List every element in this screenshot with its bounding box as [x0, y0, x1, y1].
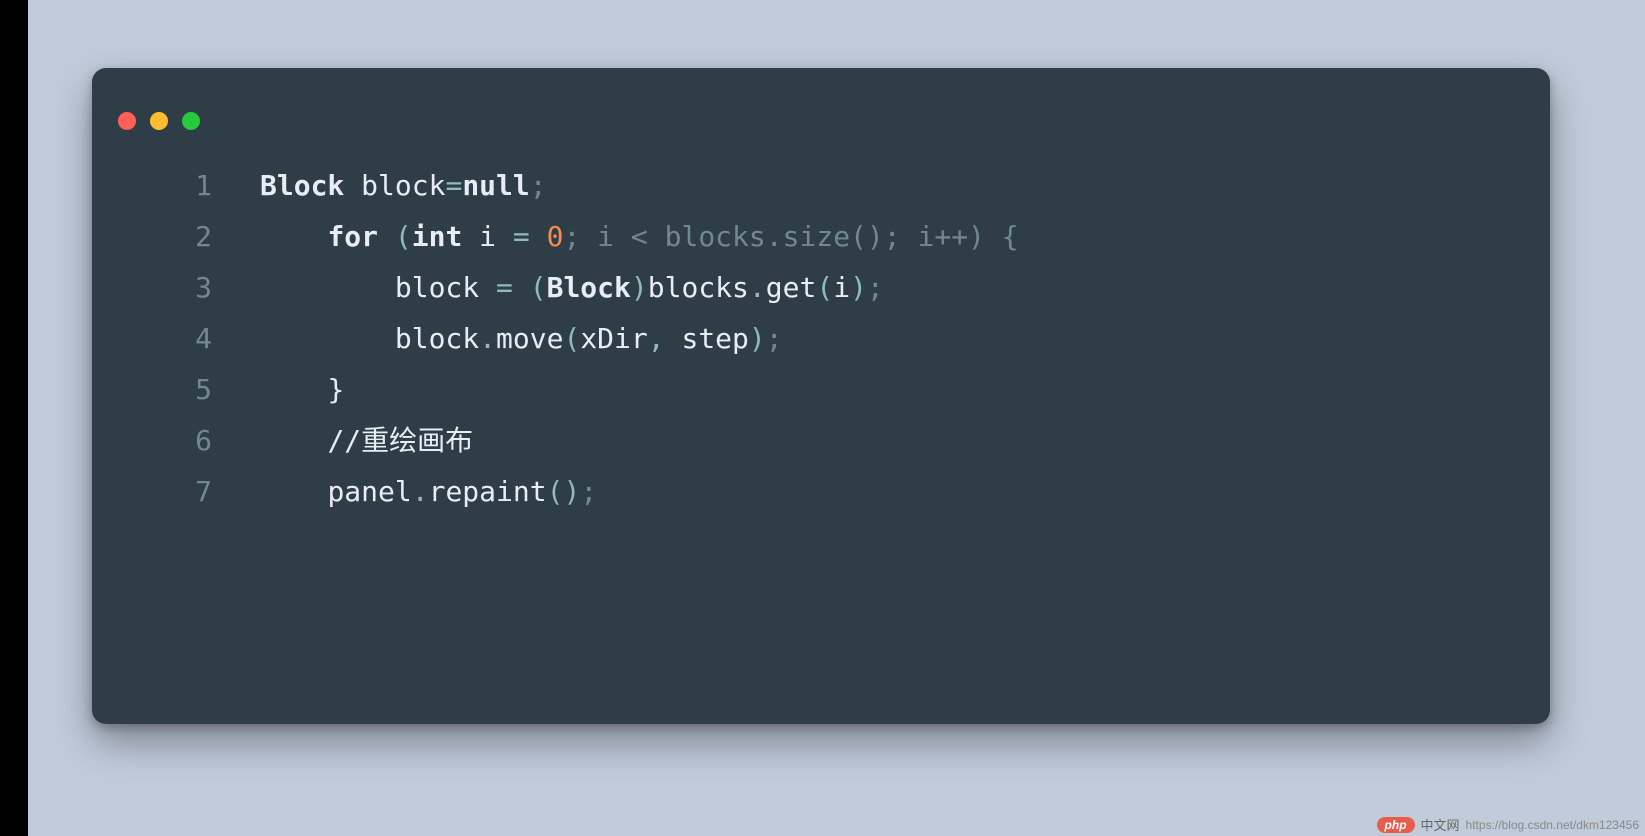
token-ident: blocks [648, 271, 749, 304]
token-ident [260, 424, 327, 457]
watermark: php 中文网 https://blog.csdn.net/dkm123456 [1377, 815, 1639, 834]
code-content[interactable]: Block block=null; [260, 160, 547, 211]
token-dim: ; [867, 271, 884, 304]
code-content[interactable]: block = (Block)blocks.get(i); [260, 262, 884, 313]
token-ident: panel [327, 475, 411, 508]
token-punct: () [547, 475, 581, 508]
line-number: 5 [92, 364, 260, 415]
close-icon[interactable] [118, 112, 136, 130]
token-type: Block [547, 271, 631, 304]
token-type: Block [260, 169, 344, 202]
token-ident: } [327, 373, 344, 406]
token-punct: ) [749, 322, 766, 355]
token-ident: i [833, 271, 850, 304]
code-content[interactable]: block.move(xDir, step); [260, 313, 783, 364]
token-punct: ) [631, 271, 648, 304]
code-snippet-card: 1Block block=null;2 for (int i = 0; i < … [92, 68, 1550, 724]
token-op: = [445, 169, 462, 202]
token-ident: i [479, 220, 496, 253]
line-number: 7 [92, 466, 260, 517]
code-line: 3 block = (Block)blocks.get(i); [92, 262, 1530, 313]
token-op: = [513, 220, 530, 253]
token-call: move [496, 322, 563, 355]
token-ident [344, 169, 361, 202]
token-ident: xDir [580, 322, 647, 355]
line-number: 1 [92, 160, 260, 211]
token-ident [260, 475, 327, 508]
token-dim: ; [530, 169, 547, 202]
code-content[interactable]: for (int i = 0; i < blocks.size(); i++) … [260, 211, 1019, 262]
token-ident: block [395, 322, 479, 355]
code-line: 6 //重绘画布 [92, 415, 1530, 466]
token-comment: //重绘画布 [327, 424, 473, 457]
minimize-icon[interactable] [150, 112, 168, 130]
token-punct: ( [816, 271, 833, 304]
watermark-label: 中文网 [1421, 815, 1460, 834]
token-ident [260, 220, 327, 253]
token-type: int [412, 220, 463, 253]
php-badge: php [1377, 817, 1415, 833]
line-number: 3 [92, 262, 260, 313]
token-kw: null [462, 169, 529, 202]
token-ident: block [361, 169, 445, 202]
maximize-icon[interactable] [182, 112, 200, 130]
token-dim: ; i < blocks.size(); i++) { [563, 220, 1018, 253]
code-line: 7 panel.repaint(); [92, 466, 1530, 517]
token-ident [260, 271, 395, 304]
token-num: 0 [547, 220, 564, 253]
token-punct: ( [395, 220, 412, 253]
token-kw: for [327, 220, 378, 253]
token-ident: step [681, 322, 748, 355]
code-line: 5 } [92, 364, 1530, 415]
token-op: . [412, 475, 429, 508]
token-punct: ( [530, 271, 547, 304]
token-op: . [479, 322, 496, 355]
code-line: 2 for (int i = 0; i < blocks.size(); i++… [92, 211, 1530, 262]
token-punct: ) [850, 271, 867, 304]
code-line: 1Block block=null; [92, 160, 1530, 211]
token-ident [513, 271, 530, 304]
token-ident [479, 271, 496, 304]
watermark-url: https://blog.csdn.net/dkm123456 [1466, 818, 1639, 832]
code-content[interactable]: panel.repaint(); [260, 466, 597, 517]
token-call: repaint [429, 475, 547, 508]
token-dim: ; [580, 475, 597, 508]
window-titlebar [92, 68, 1550, 130]
token-ident [260, 373, 327, 406]
left-black-strip [0, 0, 28, 836]
token-ident [378, 220, 395, 253]
token-ident [530, 220, 547, 253]
token-op: , [648, 322, 665, 355]
line-number: 6 [92, 415, 260, 466]
token-ident [665, 322, 682, 355]
token-op: = [496, 271, 513, 304]
code-area: 1Block block=null;2 for (int i = 0; i < … [92, 130, 1550, 517]
token-op: . [749, 271, 766, 304]
token-ident [496, 220, 513, 253]
code-content[interactable]: //重绘画布 [260, 415, 473, 466]
token-dim: ; [766, 322, 783, 355]
line-number: 4 [92, 313, 260, 364]
code-content[interactable]: } [260, 364, 344, 415]
token-call: get [766, 271, 817, 304]
line-number: 2 [92, 211, 260, 262]
token-ident [462, 220, 479, 253]
token-ident: block [395, 271, 479, 304]
token-ident [260, 322, 395, 355]
code-line: 4 block.move(xDir, step); [92, 313, 1530, 364]
token-punct: ( [563, 322, 580, 355]
